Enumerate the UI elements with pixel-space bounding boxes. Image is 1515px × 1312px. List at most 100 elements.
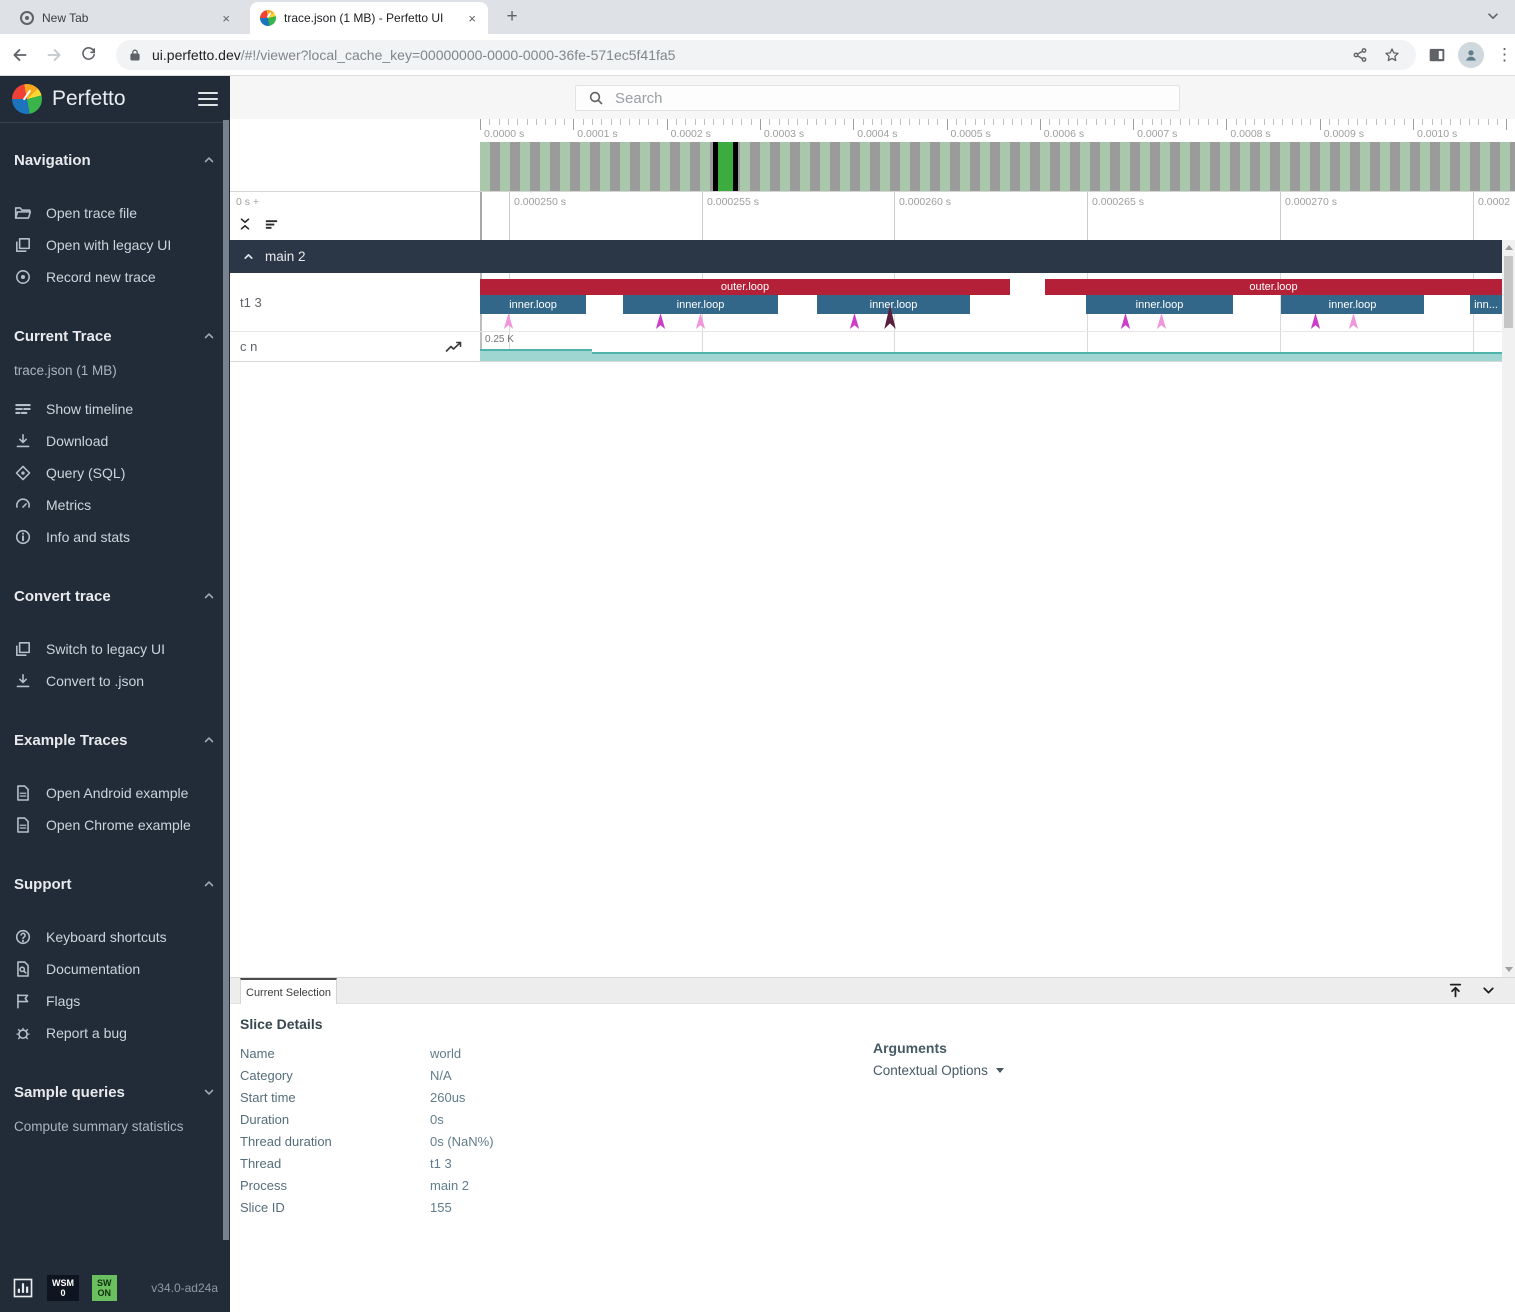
stats-chart-icon[interactable] (12, 1277, 34, 1299)
url-path: /#!/viewer?local_cache_key=00000000-0000… (241, 47, 676, 63)
hamburger-menu-icon[interactable] (198, 92, 218, 106)
slice-inner-loop[interactable]: inner.loop (1086, 295, 1233, 314)
thread-track-label[interactable]: t1 3 (230, 273, 480, 331)
ruler-tick (1236, 119, 1237, 125)
section-header[interactable]: Convert trace (0, 586, 230, 606)
ruler-tick (984, 119, 985, 125)
flow-arrow[interactable] (694, 313, 707, 329)
contextual-options-dropdown[interactable]: Contextual Options (873, 1063, 1004, 1078)
chevron-up-icon[interactable] (202, 329, 216, 343)
sidebar-item-open-chrome-example[interactable]: Open Chrome example (0, 809, 230, 841)
sidebar-item-open-android-example[interactable]: Open Android example (0, 777, 230, 809)
scrollbar-thumb[interactable] (1504, 256, 1513, 328)
chevron-up-icon[interactable] (202, 153, 216, 167)
ruler-tick (1124, 119, 1125, 125)
flow-arrow-selected[interactable] (882, 305, 898, 329)
sidebar-item-report-a-bug[interactable]: Report a bug (0, 1017, 230, 1049)
sidebar-item-query-sql-[interactable]: Query (SQL) (0, 457, 230, 489)
back-icon[interactable] (6, 41, 34, 69)
process-group-header[interactable]: main 2 (230, 240, 1502, 273)
tab-search-chevron-icon[interactable] (1485, 8, 1501, 24)
close-tab-icon[interactable]: × (220, 11, 232, 26)
ruler-tick (1086, 119, 1087, 125)
slice-outer-loop[interactable]: outer.loop (480, 279, 1010, 295)
slice-inner-loop[interactable]: inner.loop (1281, 295, 1424, 314)
refresh-icon[interactable] (74, 41, 102, 69)
section-header[interactable]: Navigation (0, 150, 230, 170)
ruler-tick (993, 119, 994, 125)
slice-inner-loop[interactable]: inner.loop (623, 295, 778, 314)
sidebar-item-download[interactable]: Download (0, 425, 230, 457)
collapse-panel-icon[interactable] (1480, 982, 1497, 999)
sidebar-item-metrics[interactable]: Metrics (0, 489, 230, 521)
ruler-tick (1366, 119, 1367, 125)
counter-track-canvas[interactable]: 0.25 K (480, 332, 1502, 361)
ruler-tick (489, 119, 490, 125)
ruler-tick-label: 0.0008 s (1230, 128, 1270, 140)
section-subtitle[interactable]: trace.json (1 MB) (0, 363, 230, 381)
ruler-tick (825, 119, 826, 125)
ruler-tick (695, 119, 696, 125)
collapse-tracks-icon[interactable] (238, 217, 252, 232)
timeline-minimap[interactable] (230, 142, 1515, 192)
section-header[interactable]: Sample queries (0, 1082, 230, 1102)
slice-inner-loop[interactable]: inn... (1470, 295, 1502, 314)
tab-perfetto[interactable]: trace.json (1 MB) - Perfetto UI × (250, 2, 488, 34)
flow-arrow[interactable] (1309, 313, 1322, 329)
ruler-tick (900, 119, 901, 125)
expand-panel-icon[interactable] (1447, 982, 1464, 999)
flow-arrow[interactable] (848, 313, 861, 329)
search-input[interactable] (615, 90, 1167, 107)
track-filter-icon[interactable] (264, 217, 279, 232)
forward-icon[interactable] (40, 41, 68, 69)
chevron-up-icon[interactable] (202, 733, 216, 747)
sidebar-item-open-with-legacy-ui[interactable]: Open with legacy UI (0, 229, 230, 261)
section-subtitle[interactable]: Compute summary statistics (0, 1119, 230, 1137)
sidebar-item-switch-to-legacy-ui[interactable]: Switch to legacy UI (0, 633, 230, 665)
profile-avatar[interactable] (1458, 42, 1484, 68)
thread-track-canvas[interactable]: outer.loopouter.loopinner.loopinner.loop… (480, 273, 1502, 331)
sidebar-item-documentation[interactable]: Documentation (0, 953, 230, 985)
sidebar-item-label: Documentation (46, 961, 140, 977)
scroll-up-icon[interactable] (1505, 245, 1513, 250)
sidebar-item-info-and-stats[interactable]: Info and stats (0, 521, 230, 553)
sidebar-item-show-timeline[interactable]: Show timeline (0, 393, 230, 425)
browser-menu-icon[interactable]: ⋮ (1496, 45, 1512, 65)
sidebar-item-keyboard-shortcuts[interactable]: Keyboard shortcuts (0, 921, 230, 953)
close-tab-icon[interactable]: × (466, 11, 478, 26)
sidebar-scrollbar[interactable] (223, 120, 229, 1240)
url-bar[interactable]: ui.perfetto.dev/#!/viewer?local_cache_ke… (116, 40, 1416, 70)
section-header[interactable]: Current Trace (0, 326, 230, 346)
timeline-vertical-scrollbar[interactable] (1502, 240, 1515, 977)
flow-arrow[interactable] (1347, 313, 1360, 329)
chevron-up-icon[interactable] (202, 877, 216, 891)
section-header[interactable]: Support (0, 874, 230, 894)
chevron-up-icon[interactable] (202, 589, 216, 603)
slice-outer-loop[interactable]: outer.loop (1045, 279, 1502, 295)
flow-arrow[interactable] (1155, 313, 1168, 329)
sidebar-item-label: Open with legacy UI (46, 237, 171, 253)
detail-value: world (430, 1046, 461, 1061)
flow-arrow[interactable] (502, 313, 515, 329)
sidebar-item-convert-to-json[interactable]: Convert to .json (0, 665, 230, 697)
share-icon[interactable] (1352, 47, 1368, 63)
sidebar-item-open-trace-file[interactable]: Open trace file (0, 197, 230, 229)
new-tab-button[interactable]: + (500, 6, 524, 30)
tab-current-selection[interactable]: Current Selection (240, 978, 337, 1005)
collapse-group-icon[interactable] (242, 250, 255, 263)
side-panel-icon[interactable] (1428, 46, 1446, 64)
flow-arrow[interactable] (654, 313, 667, 329)
search-box[interactable] (575, 85, 1180, 111)
counter-track-label[interactable]: c n (230, 332, 480, 361)
scroll-down-icon[interactable] (1505, 967, 1513, 972)
flow-arrow[interactable] (1119, 313, 1132, 329)
slice-inner-loop[interactable]: inner.loop (480, 295, 586, 314)
browser-tab-strip: New Tab × trace.json (1 MB) - Perfetto U… (0, 0, 1515, 34)
tab-new-tab[interactable]: New Tab × (10, 4, 242, 32)
lock-icon (128, 48, 142, 62)
chevron-down-icon[interactable] (202, 1085, 216, 1099)
section-header[interactable]: Example Traces (0, 730, 230, 750)
bookmark-star-icon[interactable] (1384, 47, 1400, 63)
sidebar-item-record-new-trace[interactable]: Record new trace (0, 261, 230, 293)
sidebar-item-flags[interactable]: Flags (0, 985, 230, 1017)
